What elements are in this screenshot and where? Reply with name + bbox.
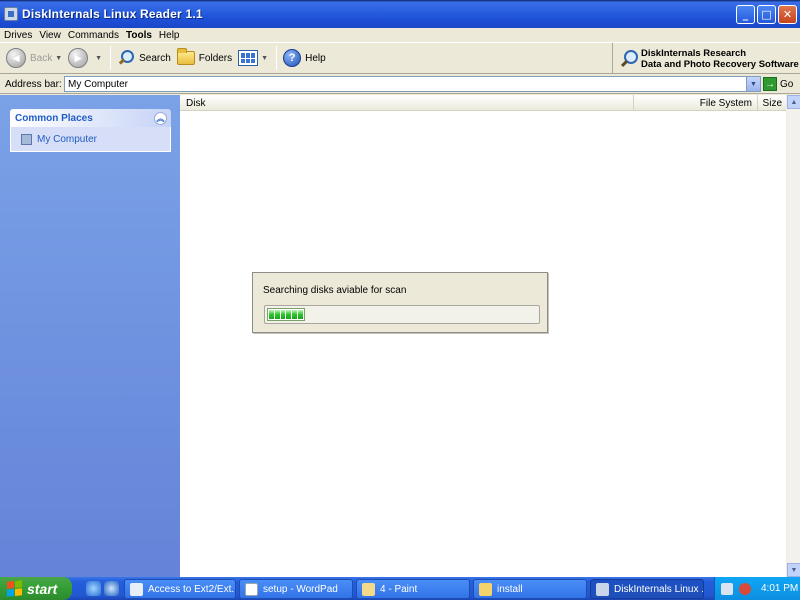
progress-block [274, 310, 280, 319]
folders-label: Folders [198, 52, 233, 64]
toolbar-separator [110, 46, 112, 70]
brand-text: DiskInternals Research Data and Photo Re… [641, 48, 799, 70]
help-icon: ? [283, 49, 302, 67]
progress-block [292, 310, 298, 319]
minimize-button[interactable]: _ [736, 5, 755, 24]
address-dropdown-icon[interactable]: ▼ [746, 77, 760, 91]
folder-icon [176, 48, 195, 65]
back-label: Back [30, 52, 53, 64]
progress-message: Searching disks aviable for scan [263, 285, 407, 296]
progress-block [280, 310, 286, 319]
back-arrow-icon: ◄ [6, 48, 26, 68]
forward-dropdown-icon[interactable]: ▼ [95, 55, 102, 62]
common-places-title: Common Places [15, 112, 93, 124]
computer-icon [21, 133, 32, 145]
search-icon [117, 49, 135, 67]
folders-button[interactable]: Folders [176, 48, 233, 65]
views-button[interactable]: ▼ [238, 50, 268, 66]
left-panel: Common Places ︽ My Computer [0, 95, 180, 577]
wordpad-icon [245, 582, 258, 596]
taskbar: start Access to Ext2/Ext... setup - Word… [0, 577, 800, 600]
task-label: DiskInternals Linux ... [614, 583, 704, 595]
menu-view[interactable]: View [39, 30, 61, 41]
progress-bar [264, 305, 540, 324]
progress-dialog: Searching disks aviable for scan [252, 272, 548, 333]
go-button[interactable]: → Go [763, 77, 793, 91]
task-wordpad[interactable]: setup - WordPad [239, 579, 353, 599]
task-label: 4 - Paint [380, 583, 418, 595]
close-button[interactable]: ✕ [778, 5, 797, 24]
quicklaunch-desktop-icon[interactable] [86, 581, 101, 596]
progress-fill [267, 308, 305, 321]
paint-icon [362, 582, 375, 596]
column-header-row: Disk File System Size [180, 95, 786, 111]
menu-bar: Drives View Commands Tools Help [0, 28, 800, 42]
start-label: start [27, 580, 58, 597]
disk-list[interactable]: Disk File System Size ▲ ▼ [180, 95, 800, 577]
address-value: My Computer [68, 78, 129, 90]
menu-help[interactable]: Help [159, 30, 180, 41]
views-icon [238, 50, 259, 66]
toolbar-separator [276, 46, 278, 70]
address-label: Address bar: [5, 78, 62, 90]
menu-commands[interactable]: Commands [68, 30, 119, 41]
clock[interactable]: 4:01 PM [761, 583, 798, 594]
quicklaunch-ie-icon[interactable] [104, 581, 119, 596]
search-button[interactable]: Search [117, 49, 171, 67]
window-controls: _ □ ✕ [736, 5, 797, 24]
start-button[interactable]: start [0, 577, 72, 600]
folder-icon [479, 582, 492, 596]
menu-tools[interactable]: Tools [126, 30, 152, 41]
window-title: DiskInternals Linux Reader 1.1 [22, 7, 203, 21]
back-button[interactable]: ◄ Back ▼ [6, 48, 62, 68]
search-label: Search [139, 52, 171, 64]
progress-block [269, 310, 274, 319]
title-bar: DiskInternals Linux Reader 1.1 _ □ ✕ [0, 0, 800, 28]
go-label: Go [780, 78, 794, 90]
security-shield-icon[interactable] [739, 582, 751, 595]
task-diskinternals[interactable]: DiskInternals Linux ... [590, 579, 704, 599]
maximize-button[interactable]: □ [757, 5, 776, 24]
progress-block [286, 310, 292, 319]
menu-drives[interactable]: Drives [4, 30, 32, 41]
common-places-box: Common Places ︽ My Computer [10, 109, 171, 152]
system-tray: 4:01 PM [714, 577, 800, 600]
views-dropdown-icon[interactable]: ▼ [261, 55, 268, 62]
column-header-size[interactable]: Size [758, 95, 786, 111]
help-button[interactable]: ? Help [283, 49, 326, 67]
common-places-header[interactable]: Common Places ︽ [10, 109, 171, 127]
address-input[interactable]: My Computer ▼ [64, 76, 761, 92]
column-header-disk[interactable]: Disk [180, 95, 634, 111]
task-install[interactable]: install [473, 579, 587, 599]
back-dropdown-icon[interactable]: ▼ [55, 55, 62, 62]
sidebar-item-my-computer[interactable]: My Computer [10, 127, 171, 152]
progress-block [298, 310, 303, 319]
task-label: Access to Ext2/Ext... [148, 583, 236, 595]
go-arrow-icon: → [763, 77, 777, 91]
column-header-file-system[interactable]: File System [634, 95, 758, 111]
network-icon[interactable] [721, 582, 733, 595]
toolbar: ◄ Back ▼ ► ▼ Search Folders ▼ ? Help Dis… [0, 42, 800, 74]
vertical-scrollbar[interactable]: ▲ ▼ [786, 95, 800, 577]
brand-link[interactable]: DiskInternals Research Data and Photo Re… [612, 43, 800, 74]
scroll-up-button[interactable]: ▲ [787, 95, 800, 109]
task-access-ext2[interactable]: Access to Ext2/Ext... [124, 579, 236, 599]
help-label: Help [305, 52, 326, 64]
app-icon[interactable] [4, 7, 18, 21]
address-bar: Address bar: My Computer ▼ → Go [0, 75, 800, 94]
brand-magnifier-icon [619, 49, 639, 69]
forward-button[interactable]: ► ▼ [68, 48, 102, 68]
collapse-icon[interactable]: ︽ [154, 112, 167, 125]
forward-arrow-icon: ► [68, 48, 89, 68]
scroll-down-button[interactable]: ▼ [787, 563, 800, 577]
task-label: install [497, 583, 523, 595]
brand-line-2: Data and Photo Recovery Software [641, 58, 799, 70]
sidebar-item-label: My Computer [37, 133, 98, 145]
diskinternals-icon [596, 582, 609, 596]
ie-window-icon [130, 582, 143, 596]
task-label: setup - WordPad [263, 583, 338, 595]
brand-line-1: DiskInternals Research [641, 47, 747, 59]
windows-flag-icon [7, 580, 22, 597]
task-paint[interactable]: 4 - Paint [356, 579, 470, 599]
